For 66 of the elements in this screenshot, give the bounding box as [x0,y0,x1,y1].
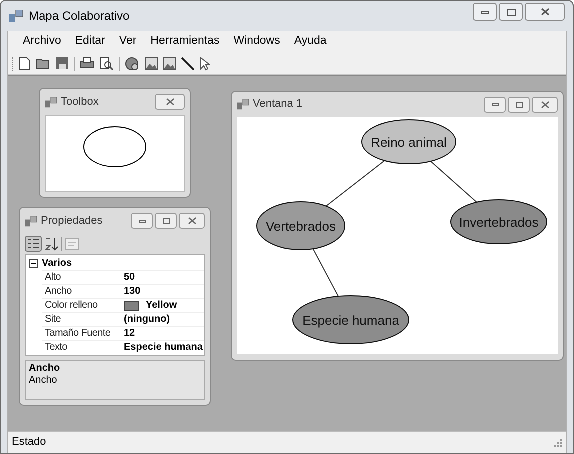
close-button[interactable] [155,94,185,110]
close-icon [166,98,174,106]
pointer-icon[interactable] [200,56,210,70]
property-name: Color relleno [44,299,99,313]
description-text: Ancho [29,375,58,387]
diagram-node[interactable]: Vertebrados [256,202,346,250]
close-button[interactable] [179,213,205,229]
property-value[interactable]: 50 [124,270,136,285]
line-tool-icon[interactable] [181,56,195,70]
globe-icon[interactable] [125,56,140,70]
property-value[interactable]: (ninguno) [124,312,170,327]
property-value[interactable]: 130 [124,284,141,299]
menu-item[interactable]: Ver [112,31,144,53]
property-value[interactable]: Yellow [146,298,178,313]
image-icon[interactable] [163,57,176,70]
property-name: Alto [44,271,62,285]
maximize-button[interactable] [155,213,177,229]
property-name: Texto [44,341,68,355]
window-title: Mapa Colaborativo [29,8,130,25]
property-value[interactable]: 12 [124,326,136,341]
save-icon[interactable] [56,57,69,70]
status-text: Estado [12,435,46,450]
window-icon [45,96,57,108]
menu-item[interactable]: Windows [226,31,288,53]
folder-icon[interactable] [36,57,51,70]
window-icon [25,216,37,226]
categorized-icon[interactable] [25,236,42,252]
diagram-node[interactable]: Reino animal [362,120,456,164]
ellipse-tool[interactable] [83,126,147,168]
close-button[interactable] [525,3,565,21]
menu-item[interactable]: Herramientas [144,31,227,53]
menu-item[interactable]: Archivo [16,31,68,53]
resize-grip-icon [553,438,562,447]
property-name: Tamaño Fuente [44,327,112,341]
print-preview-icon[interactable] [100,56,114,70]
collapse-toggle-icon[interactable] [29,258,38,268]
connector-line [430,160,478,203]
printer-icon[interactable] [80,57,95,70]
minimize-button[interactable] [131,213,153,229]
close-icon [188,217,196,225]
maximize-button[interactable] [499,3,523,21]
menu-item[interactable]: Editar [68,31,112,53]
window-icon [237,99,249,110]
app-icon [9,10,23,22]
window-title: Ventana 1 [253,97,303,112]
close-button[interactable] [532,96,558,112]
minimize-button[interactable] [473,3,497,21]
menu-item[interactable]: Ayuda [287,31,334,53]
sort-icon[interactable] [45,237,58,251]
property-name: Ancho [44,285,73,299]
close-icon [540,8,550,16]
maximize-button[interactable] [508,96,530,112]
minimize-button[interactable] [484,96,506,112]
diagram-node[interactable]: Especie humana [292,296,410,344]
close-icon [540,100,550,108]
property-name: Site [44,313,62,327]
panel-title: Propiedades [41,214,103,229]
panel-title: Toolbox [61,94,99,110]
connector-line [326,160,386,207]
category-label: Varios [42,256,72,270]
diagram-node[interactable]: Invertebrados [450,200,548,244]
connector-line [312,248,340,298]
description-title: Ancho [29,363,60,375]
property-value[interactable]: Especie humana [124,340,203,355]
new-file-icon[interactable] [19,56,31,70]
image-icon[interactable] [145,57,158,70]
